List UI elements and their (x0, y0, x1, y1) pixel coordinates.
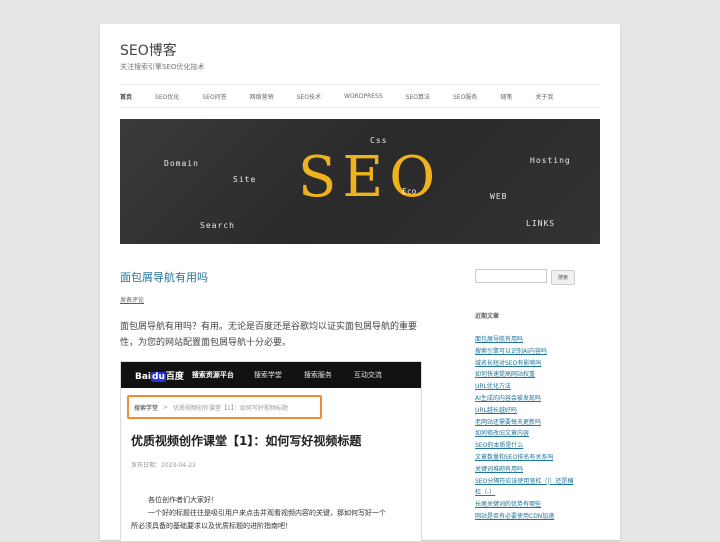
nav-seo-qa[interactable]: SEO问答 (202, 92, 226, 101)
site-title[interactable]: SEO博客 (120, 40, 177, 60)
baidu-header-bar: Baidu百度 搜索资源平台 搜索学堂 搜索服务 互动交流 (121, 362, 421, 388)
nav-seo-algorithm[interactable]: SEO算法 (406, 92, 430, 101)
recent-post-link[interactable]: 如何修改旧文章内容 (475, 428, 575, 440)
baidu-logo: Baidu百度 (135, 371, 184, 382)
banner-seo-text: SEO (298, 145, 442, 210)
recent-post-link[interactable]: 域名长短对SEO有影响吗 (475, 358, 575, 370)
banner-word: Hosting (530, 156, 571, 165)
recent-post-link[interactable]: URL越长越好吗 (475, 405, 575, 417)
recent-post-link[interactable]: 老网站还需要每天更新吗 (475, 417, 575, 429)
header-banner-image: Css Domain Site SEO Eco Hosting WEB Sear… (120, 119, 600, 244)
screenshot-line: 所必须具备的基础要求以及优质标题的进阶指南吧！ (131, 522, 292, 530)
nav-seo-service[interactable]: SEO服务 (453, 92, 477, 101)
recent-post-link[interactable]: 网站是否有必要使用CDN加速 (475, 511, 575, 523)
recent-post-link[interactable]: 文章数量和SEO排名有关系吗 (475, 452, 575, 464)
baidu-tab: 搜索服务 (303, 371, 332, 379)
banner-word: Css (370, 136, 388, 145)
recent-post-link[interactable]: AI生成的内容会被发现吗 (475, 393, 575, 405)
nav-network-marketing[interactable]: 网络营销 (250, 92, 274, 101)
post-title[interactable]: 面包屑导航有用吗 (120, 269, 208, 285)
nav-essays[interactable]: 随笔 (500, 92, 512, 101)
banner-word: LINKS (526, 219, 556, 228)
banner-word: Site (233, 175, 257, 184)
recent-post-link[interactable]: 长尾关键词的优势有哪些 (475, 499, 575, 511)
breadcrumb-current: 优质视频创作课堂【1】：如何写好视频标题 (173, 404, 288, 412)
nav-seo-optimization[interactable]: SEO优化 (155, 92, 179, 101)
nav-seo-tech[interactable]: SEO技术 (297, 92, 321, 101)
screenshot-heading: 优质视频创作课堂【1】：如何写好视频标题 (131, 434, 362, 448)
baidu-platform-title: 搜索资源平台 (191, 371, 234, 379)
recent-post-link[interactable]: URL优化方法 (475, 381, 575, 393)
screenshot-line: 一个好的标题往往是吸引用户来点击并观看视频内容的关键，那如何写好一个 (148, 509, 386, 517)
banner-word: WEB (490, 192, 508, 201)
recent-posts-title: 近期文章 (475, 313, 500, 320)
breadcrumb-separator: > (163, 403, 169, 411)
recent-post-link[interactable]: 面包屑导航有用吗 (475, 334, 575, 346)
nav-about[interactable]: 关于我 (535, 92, 553, 101)
screenshot-body: 各位创作者们大家好！ 一个好的标题往往是吸引用户来点击并观看视频内容的关键，那如… (131, 494, 421, 533)
post-paragraph: 面包屑导航有用吗？有用。无论是百度还是谷歌均以证实面包屑导航的重要性，为您的网站… (120, 322, 418, 348)
screenshot-line: 各位创作者们大家好！ (148, 496, 218, 504)
search-button[interactable]: 搜索 (551, 270, 575, 285)
recent-post-link[interactable]: 关键词堆砌有用吗 (475, 464, 575, 476)
highlighted-breadcrumb: 搜索学堂 > 优质视频创作课堂【1】：如何写好视频标题 (127, 395, 322, 419)
site-description: 关注搜索引擎SEO优化技术 (120, 63, 205, 71)
recent-post-link[interactable]: SEO分隔符应该使用竖杠（|）还是横杠（-） (475, 476, 575, 500)
recent-post-link[interactable]: 搜索引擎可以识别AI内容吗 (475, 346, 575, 358)
recent-posts-list: 面包屑导航有用吗 搜索引擎可以识别AI内容吗 域名长短对SEO有影响吗 如何快速… (475, 334, 575, 523)
search-input[interactable] (475, 269, 547, 283)
nav-wordpress[interactable]: WORDPRESS (344, 93, 383, 100)
main-navigation: 首页 SEO优化 SEO问答 网络营销 SEO技术 WORDPRESS SEO算… (120, 84, 600, 108)
banner-word: Domain (164, 159, 199, 168)
breadcrumb-root: 搜索学堂 (134, 404, 159, 412)
article-screenshot: Baidu百度 搜索资源平台 搜索学堂 搜索服务 互动交流 搜索学堂 > 优质视… (120, 361, 422, 542)
recent-post-link[interactable]: SEO的本质是什么 (475, 440, 575, 452)
recent-post-link[interactable]: 如何快速提高网站权重 (475, 369, 575, 381)
comment-link[interactable]: 发表评论 (120, 295, 144, 304)
nav-home[interactable]: 首页 (120, 92, 132, 101)
screenshot-date: 发布日期：2023-04-23 (131, 462, 196, 469)
baidu-tab: 搜索学堂 (253, 371, 282, 379)
baidu-tab: 互动交流 (353, 371, 382, 379)
page-container: SEO博客 关注搜索引擎SEO优化技术 首页 SEO优化 SEO问答 网络营销 … (100, 24, 620, 542)
banner-word: Eco (402, 187, 417, 196)
banner-word: Search (200, 221, 235, 230)
